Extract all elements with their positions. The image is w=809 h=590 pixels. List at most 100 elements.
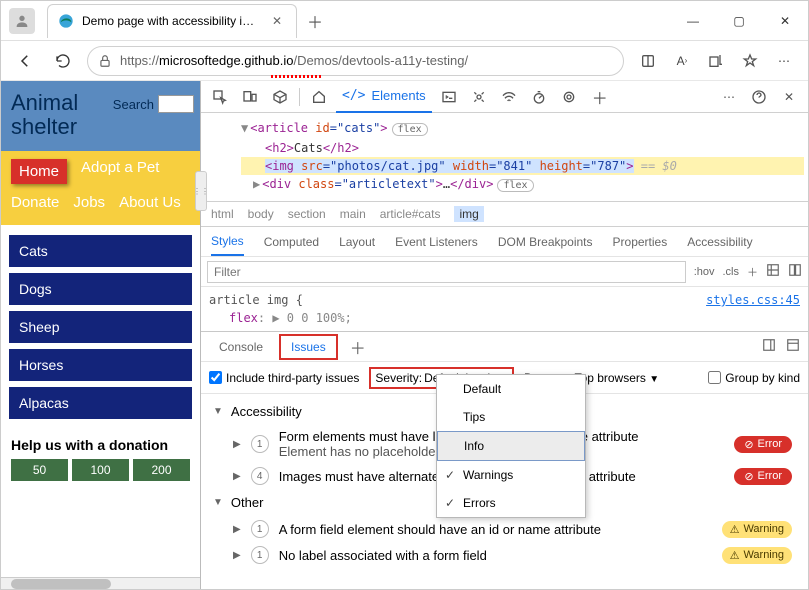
tab-elements[interactable]: </>Elements	[336, 81, 432, 113]
tab-props[interactable]: Properties	[613, 235, 668, 249]
severity-tips[interactable]: Tips	[437, 403, 585, 431]
severity-errors[interactable]: Errors	[437, 489, 585, 517]
address-bar: https://microsoftedge.github.io/Demos/de…	[1, 41, 808, 81]
nav-about[interactable]: About Us	[119, 194, 181, 211]
nav-jobs[interactable]: Jobs	[73, 194, 105, 211]
expand-icon[interactable]	[786, 338, 800, 355]
group-by-kind-checkbox[interactable]: Group by kind	[708, 371, 800, 385]
source-link[interactable]: styles.css:45	[706, 291, 800, 309]
new-tab-button[interactable]: ＋	[301, 7, 329, 35]
collections-icon[interactable]	[702, 47, 730, 75]
site-header: Animalshelter Search	[1, 81, 200, 151]
issue-row[interactable]: ▶1A form field element should have an id…	[209, 516, 800, 542]
page-scrollbar[interactable]	[1, 577, 200, 589]
side-horses[interactable]: Horses	[9, 349, 192, 381]
severity-default[interactable]: Default	[437, 375, 585, 403]
inspect-icon[interactable]	[207, 84, 233, 110]
include-3p-checkbox[interactable]: Include third-party issues	[209, 371, 359, 385]
search-label: Search	[113, 97, 154, 112]
lock-icon	[98, 54, 112, 68]
cls-button[interactable]: .cls	[723, 266, 740, 278]
styles-filter-row: :hov .cls ＋	[201, 257, 808, 287]
back-button[interactable]	[11, 47, 39, 75]
edge-icon	[58, 13, 74, 29]
rendered-page: Animalshelter Search Home Adopt a Pet Do…	[1, 81, 201, 589]
url-text: https://microsoftedge.github.io/Demos/de…	[120, 53, 468, 68]
sources-icon[interactable]	[466, 84, 492, 110]
donate-200[interactable]: 200	[133, 459, 190, 481]
flex-badge[interactable]: flex	[392, 123, 428, 136]
styles-tabs: Styles Computed Layout Event Listeners D…	[201, 227, 808, 257]
minimize-button[interactable]: —	[670, 1, 716, 41]
reading-icon[interactable]: A›	[668, 47, 696, 75]
devtools-toolbar: </>Elements ＋ ⋯ ✕	[201, 81, 808, 113]
tab-layout[interactable]: Layout	[339, 235, 375, 249]
computed-toggle-icon[interactable]	[788, 263, 802, 280]
menu-button[interactable]: ⋯	[770, 47, 798, 75]
side-alpacas[interactable]: Alpacas	[9, 387, 192, 419]
drawer-more-button[interactable]: ＋	[344, 335, 372, 359]
tab-a11y[interactable]: Accessibility	[687, 235, 752, 249]
favorite-icon[interactable]	[736, 47, 764, 75]
warning-badge: ⚠ Warning	[722, 547, 792, 564]
window-titlebar: Demo page with accessibility iss… ✕ ＋ — …	[1, 1, 808, 41]
side-cats[interactable]: Cats	[9, 235, 192, 267]
donate-box: Help us with a donation 50 100 200	[1, 429, 200, 489]
app-icon[interactable]	[634, 47, 662, 75]
error-badge: ⊘ Error	[734, 468, 792, 485]
network-icon[interactable]	[496, 84, 522, 110]
nav-home[interactable]: Home	[11, 159, 67, 184]
tab-dombp[interactable]: DOM Breakpoints	[498, 235, 593, 249]
nav-adopt[interactable]: Adopt a Pet	[81, 159, 159, 184]
side-sheep[interactable]: Sheep	[9, 311, 192, 343]
refresh-button[interactable]	[49, 47, 77, 75]
welcome-icon[interactable]	[306, 84, 332, 110]
profile-avatar[interactable]	[9, 8, 35, 34]
tab-title: Demo page with accessibility iss…	[82, 14, 260, 28]
performance-icon[interactable]	[526, 84, 552, 110]
nav-donate[interactable]: Donate	[11, 194, 59, 211]
search-input[interactable]	[158, 95, 194, 113]
device-icon[interactable]	[237, 84, 263, 110]
selected-dom-node[interactable]: <img src="photos/cat.jpg" width="841" he…	[241, 157, 804, 175]
new-rule-button[interactable]: ＋	[747, 264, 758, 280]
devtools-menu-button[interactable]: ⋯	[716, 84, 742, 110]
url-box[interactable]: https://microsoftedge.github.io/Demos/de…	[87, 46, 624, 76]
error-badge: ⊘ Error	[734, 436, 792, 453]
tab-computed[interactable]: Computed	[264, 235, 319, 249]
hov-button[interactable]: :hov	[694, 266, 715, 278]
tab-listeners[interactable]: Event Listeners	[395, 235, 478, 249]
drawer-issues[interactable]: Issues	[279, 334, 338, 360]
warning-badge: ⚠ Warning	[722, 521, 792, 538]
3d-icon[interactable]	[267, 84, 293, 110]
css-rules[interactable]: styles.css:45 article img { flex: ▶ 0 0 …	[201, 287, 808, 331]
issue-row[interactable]: ▶1No label associated with a form field⚠…	[209, 542, 800, 568]
severity-menu: Default Tips Info Warnings Errors	[436, 374, 586, 518]
donate-100[interactable]: 100	[72, 459, 129, 481]
help-icon[interactable]	[746, 84, 772, 110]
site-search: Search	[113, 95, 194, 113]
more-tabs-button[interactable]: ＋	[586, 85, 614, 109]
drawer-console[interactable]: Console	[209, 336, 273, 358]
spellcheck-squiggle	[271, 75, 321, 78]
maximize-button[interactable]: ▢	[716, 1, 762, 41]
site-nav: Home Adopt a Pet Donate Jobs About Us	[1, 151, 200, 225]
browser-tab[interactable]: Demo page with accessibility iss… ✕	[47, 4, 297, 38]
dock-icon[interactable]	[762, 338, 776, 355]
tab-styles[interactable]: Styles	[211, 234, 244, 256]
side-dogs[interactable]: Dogs	[9, 273, 192, 305]
side-menu: Cats Dogs Sheep Horses Alpacas	[1, 225, 200, 429]
memory-icon[interactable]	[556, 84, 582, 110]
filter-input[interactable]	[207, 261, 686, 283]
drag-handle[interactable]: ⋮⋮	[195, 171, 207, 211]
close-window-button[interactable]: ✕	[762, 1, 808, 41]
severity-warnings[interactable]: Warnings	[437, 461, 585, 489]
site-title: Animal	[11, 90, 78, 115]
dom-tree[interactable]: ▼<article id="cats">flex <h2>Cats</h2> <…	[201, 113, 808, 201]
close-devtools-button[interactable]: ✕	[776, 84, 802, 110]
donate-50[interactable]: 50	[11, 459, 68, 481]
severity-info[interactable]: Info	[437, 431, 585, 461]
close-tab-icon[interactable]: ✕	[268, 14, 286, 28]
flexbox-editor-icon[interactable]	[766, 263, 780, 280]
console-icon[interactable]	[436, 84, 462, 110]
